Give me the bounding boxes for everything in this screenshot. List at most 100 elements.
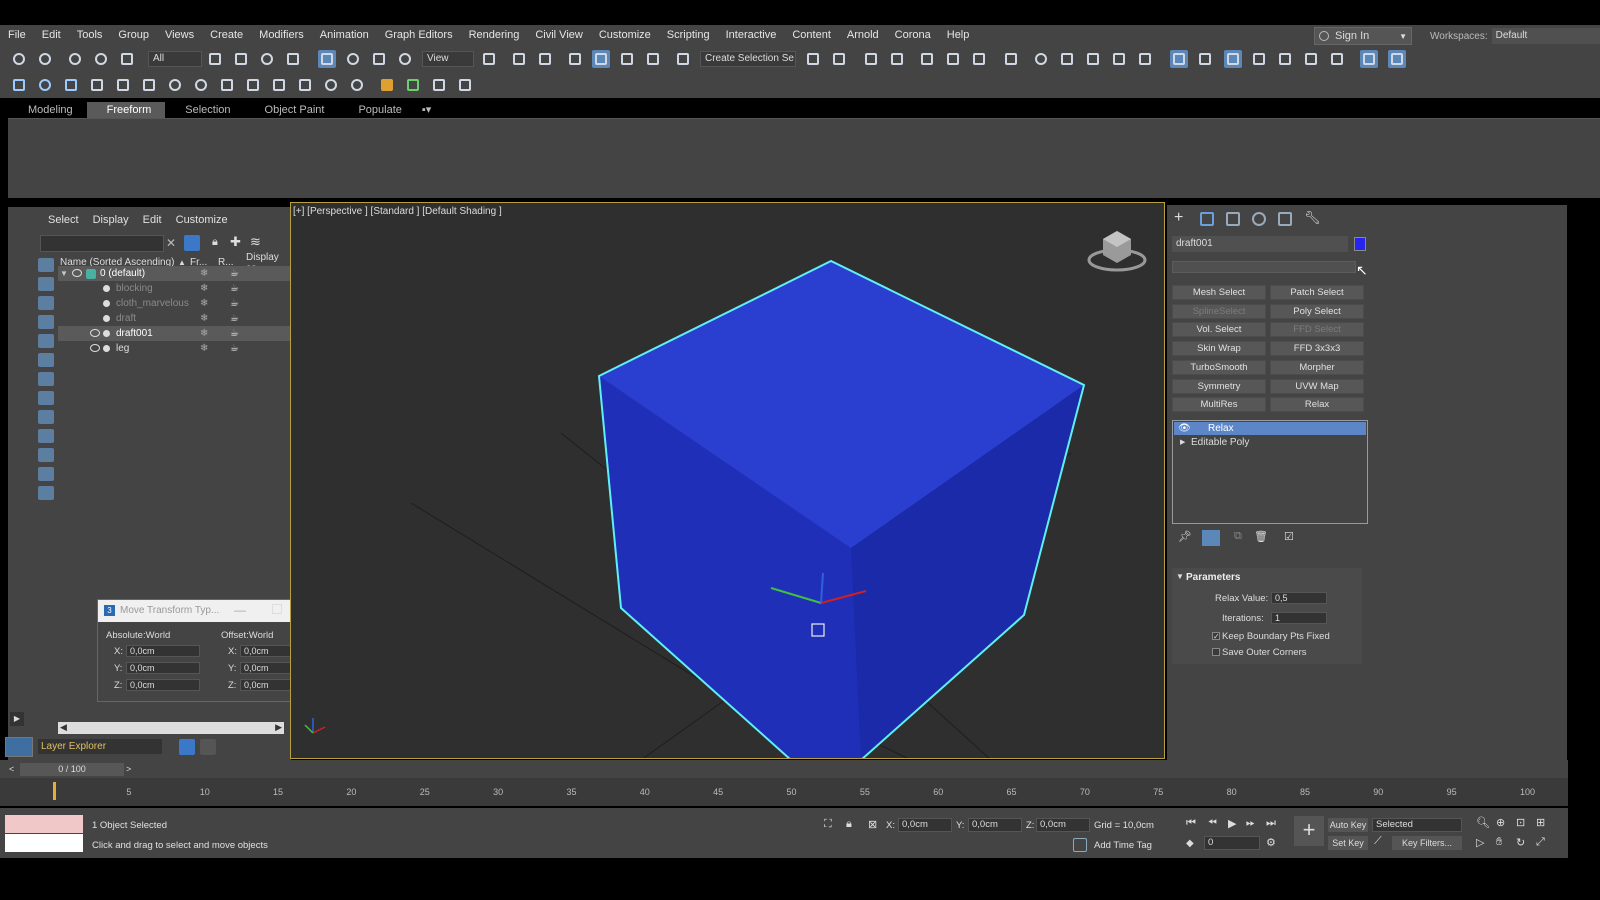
show-end-result-icon[interactable] <box>1202 530 1220 546</box>
edit-named-selection-icon[interactable] <box>674 50 692 68</box>
render-toggle-icon[interactable]: ☕︎ <box>230 343 239 354</box>
previous-frame-icon[interactable]: ⏪︎ <box>1208 817 1217 830</box>
render-toggle-icon[interactable]: ☕︎ <box>230 298 239 309</box>
ribbon-options-icon[interactable]: ▪▾ <box>416 102 445 118</box>
corona-toolbar-icon-8[interactable] <box>1360 50 1378 68</box>
parameters-title[interactable]: Parameters <box>1186 572 1240 583</box>
maximize-icon[interactable] <box>272 604 282 614</box>
scene-search-input[interactable] <box>40 235 164 252</box>
explorer-menu-edit[interactable]: Edit <box>143 214 162 226</box>
visibility-eye-icon[interactable] <box>90 344 100 352</box>
document-icon[interactable] <box>140 76 158 94</box>
menu-animation[interactable]: Animation <box>312 25 377 45</box>
window-crossing-icon[interactable] <box>284 50 302 68</box>
menu-tools[interactable]: Tools <box>69 25 111 45</box>
explorer-menu-display[interactable]: Display <box>93 214 129 226</box>
stack-item-editable-poly[interactable]: ▶ Editable Poly <box>1174 436 1366 449</box>
modifier-list-dropdown[interactable] <box>1172 261 1356 273</box>
key-filters-button[interactable]: Key Filters... <box>1392 836 1462 850</box>
snaps-toggle-icon[interactable] <box>566 50 584 68</box>
render-toggle-icon[interactable]: ☕︎ <box>230 313 239 324</box>
utilities-tab-icon[interactable]: 🔧︎ <box>1304 210 1321 226</box>
pan-view-icon[interactable]: ✋︎ <box>1496 836 1502 849</box>
angle-snap-icon[interactable] <box>592 50 610 68</box>
minimize-icon[interactable]: — <box>234 603 246 617</box>
undo-icon[interactable] <box>10 50 28 68</box>
modify-tab-icon[interactable] <box>1200 212 1214 226</box>
set-key-button[interactable]: Set Key <box>1328 836 1368 850</box>
corona-toolbar-icon-2[interactable] <box>1196 50 1214 68</box>
select-object-icon[interactable] <box>206 50 224 68</box>
rendered-frame-window-icon[interactable] <box>1058 50 1076 68</box>
field-of-view-icon[interactable]: ▷ <box>1476 836 1484 849</box>
maxscript-input[interactable] <box>5 834 83 852</box>
redo-icon[interactable] <box>36 50 54 68</box>
selection-lock-icon[interactable]: 🔒︎ <box>846 818 852 831</box>
layer-stack-icon[interactable]: ≋ <box>250 234 261 250</box>
box-icon[interactable] <box>296 76 314 94</box>
viewport-label-menu[interactable]: [+] [Perspective ] [Standard ] [Default … <box>293 206 502 217</box>
pin-stack-icon[interactable]: 📌︎ <box>1178 530 1192 543</box>
motion-tab-icon[interactable] <box>1252 212 1266 226</box>
modifier-button-skin-wrap[interactable]: Skin Wrap <box>1172 341 1266 357</box>
render-toggle-icon[interactable]: ☕︎ <box>230 328 239 339</box>
key-mode-toggle-icon[interactable]: ◆ <box>1186 838 1194 849</box>
object-name-field[interactable]: draft001 <box>1172 236 1348 252</box>
freeze-toggle-icon[interactable]: ❄ <box>200 328 208 339</box>
spinner-snap-icon[interactable] <box>644 50 662 68</box>
zoom-extents-icon[interactable]: ⊡ <box>1516 816 1525 829</box>
display-bones-icon[interactable] <box>38 429 54 443</box>
viewport-layout-icon[interactable] <box>5 737 33 757</box>
create-tab-icon[interactable]: + <box>1174 209 1183 227</box>
perspective-viewport[interactable] <box>290 202 1165 759</box>
visibility-eye-icon[interactable] <box>72 269 82 277</box>
menu-arnold[interactable]: Arnold <box>839 25 887 45</box>
keyboard-shortcut-override-icon[interactable] <box>536 50 554 68</box>
layer-row-selected[interactable]: draft001 ❄ ☕︎ <box>58 326 291 341</box>
modifier-button-symmetry[interactable]: Symmetry <box>1172 378 1266 394</box>
cylinder-icon[interactable] <box>166 76 184 94</box>
render-production-icon[interactable] <box>1084 50 1102 68</box>
auto-key-button[interactable]: Auto Key <box>1328 818 1368 832</box>
visibility-eye-icon[interactable] <box>90 329 100 337</box>
lightbulb-icon[interactable] <box>348 76 366 94</box>
layer-explorer-icon[interactable] <box>179 739 195 755</box>
modifier-button-multires[interactable]: MultiRes <box>1172 397 1266 413</box>
menu-content[interactable]: Content <box>784 25 839 45</box>
menu-civil-view[interactable]: Civil View <box>527 25 590 45</box>
explorer-horizontal-scrollbar[interactable]: ◀ ▶ <box>58 722 284 734</box>
layer-row[interactable]: cloth_marvelous ❄ ☕︎ <box>58 296 291 311</box>
sign-in-button[interactable]: Sign In ▼ <box>1314 27 1412 45</box>
menu-scripting[interactable]: Scripting <box>659 25 718 45</box>
modifier-button-ffd-3x3x3[interactable]: FFD 3x3x3 <box>1270 341 1364 357</box>
track-bar[interactable] <box>0 778 1568 806</box>
tab-populate[interactable]: Populate <box>338 102 415 118</box>
zoom-icon[interactable]: 🔍︎ <box>1476 816 1490 829</box>
display-all-icon[interactable] <box>38 258 54 272</box>
freeze-toggle-icon[interactable]: ❄ <box>200 343 208 354</box>
toggle-ribbon-icon[interactable] <box>918 50 936 68</box>
next-frame-icon[interactable]: ⏩︎ <box>1246 817 1255 830</box>
corona-toolbar-icon-1[interactable] <box>1170 50 1188 68</box>
modifier-button-vol-select[interactable]: Vol. Select <box>1172 322 1266 338</box>
freeze-toggle-icon[interactable]: ❄ <box>200 313 208 324</box>
scale-icon[interactable] <box>370 50 388 68</box>
render-in-cloud-icon[interactable] <box>1110 50 1128 68</box>
render-toggle-icon[interactable]: ☕︎ <box>230 283 239 294</box>
toggle-scene-explorer-icon[interactable] <box>862 50 880 68</box>
time-configuration-icon[interactable]: ⚙ <box>1266 836 1276 849</box>
link-icon[interactable] <box>66 50 84 68</box>
explorer-menu-customize[interactable]: Customize <box>176 214 228 226</box>
table-icon[interactable] <box>88 76 106 94</box>
render-setup-icon[interactable] <box>1032 50 1050 68</box>
display-shapes-icon[interactable] <box>38 296 54 310</box>
corona-toolbar-icon-9[interactable] <box>1388 50 1406 68</box>
add-layer-icon[interactable]: ✚ <box>230 234 241 250</box>
toggle-layer-explorer-icon[interactable] <box>888 50 906 68</box>
selection-filter-dropdown[interactable]: All <box>148 51 202 67</box>
render-toggle-icon[interactable]: ☕︎ <box>230 268 239 279</box>
collapse-arrow-icon[interactable]: ▼ <box>1176 572 1184 581</box>
select-by-name-icon[interactable] <box>232 50 250 68</box>
save-outer-corners-checkbox[interactable] <box>1212 648 1220 656</box>
status-z-input[interactable]: 0,0cm <box>1036 818 1090 832</box>
